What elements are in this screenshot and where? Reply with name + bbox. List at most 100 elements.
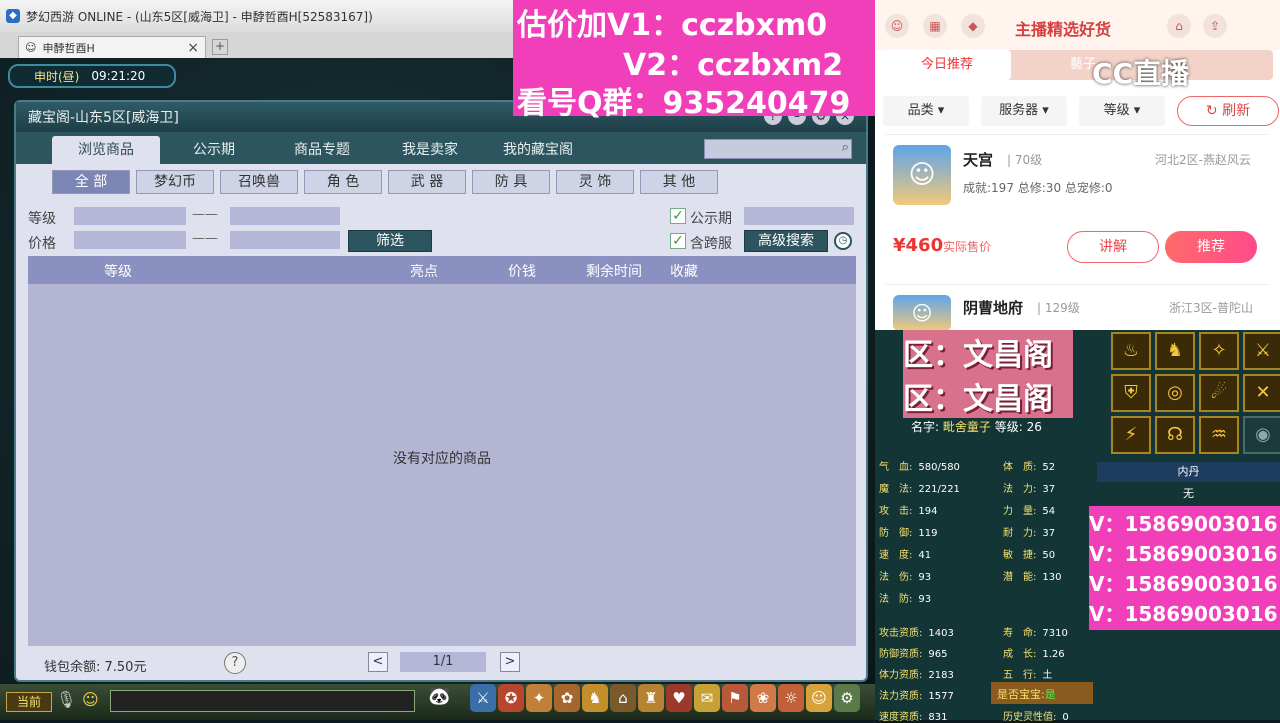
skill-slot-icon[interactable]: ☊	[1155, 416, 1195, 454]
profile-icon[interactable]: ☺	[885, 14, 909, 38]
microphone-icon[interactable]: 🎙	[56, 690, 76, 712]
category-all[interactable]: 全 部	[52, 170, 130, 194]
guild-icon[interactable]: ♜	[638, 684, 664, 712]
stat-value: 0	[1062, 712, 1069, 723]
skill-slot-icon[interactable]: ♞	[1155, 332, 1195, 370]
stat-value: 50	[1042, 550, 1056, 561]
level-max-input[interactable]	[230, 207, 340, 225]
tab-public[interactable]: 公示期	[160, 136, 268, 164]
emoji-icon[interactable]: ☺	[82, 690, 104, 712]
search-icon[interactable]: ⌕	[842, 140, 849, 155]
filter-button[interactable]: 筛选	[348, 230, 432, 252]
help-button[interactable]: ?	[224, 652, 246, 674]
pet-icon[interactable]: 🐼	[428, 686, 456, 714]
level-min-input[interactable]	[74, 207, 186, 225]
category-accessory[interactable]: 灵 饰	[556, 170, 634, 194]
filter-server[interactable]: 服务器 ▾	[981, 96, 1067, 126]
item-name: 天宫	[963, 151, 994, 169]
reward-icon[interactable]: ☺	[806, 684, 832, 712]
clock-icon[interactable]: ◷	[834, 232, 852, 250]
zone-overlay: 区：文昌阁 区：文昌阁	[903, 330, 1073, 418]
advanced-search-button[interactable]: 高级搜索	[744, 230, 828, 252]
price-max-input[interactable]	[230, 231, 340, 249]
skill-icon[interactable]: ✦	[526, 684, 552, 712]
category-other[interactable]: 其 他	[640, 170, 718, 194]
system-icon[interactable]: ⚙	[834, 684, 860, 712]
tab-my-cangbaoge[interactable]: 我的藏宝阁	[484, 136, 592, 164]
skill-slot-icon[interactable]: ◎	[1155, 374, 1195, 412]
map-icon[interactable]: ⌂	[610, 684, 636, 712]
shop-title: 主播精选好货	[1015, 20, 1112, 39]
shop-icon[interactable]: ⚑	[722, 684, 748, 712]
tab-today[interactable]: 今日推荐	[883, 50, 1011, 80]
category-pet[interactable]: 召唤兽	[220, 170, 298, 194]
overlay-line1: 估价加V1：cczbxm0	[517, 8, 828, 43]
search-input[interactable]: ⌕	[704, 139, 852, 159]
shop-filters: 品类 ▾ 服务器 ▾ 等级 ▾	[883, 96, 1165, 126]
empty-skill-slot-icon[interactable]: ◉	[1243, 416, 1280, 454]
category-character[interactable]: 角 色	[304, 170, 382, 194]
tab-seller[interactable]: 我是卖家	[376, 136, 484, 164]
grid-icon[interactable]: ▦	[923, 14, 947, 38]
price-min-input[interactable]	[74, 231, 186, 249]
aptitude-speed: 速度资质: 831	[879, 708, 947, 723]
share-icon[interactable]: ⇪	[1203, 14, 1227, 38]
tab-topics[interactable]: 商品专题	[268, 136, 376, 164]
stat-label: 速 度:	[879, 550, 913, 561]
pet-stats-panel: 区：文昌阁 区：文昌阁 名字: 毗舍童子 等级: 26 气 血: 580/580 …	[875, 330, 1280, 723]
category-currency[interactable]: 梦幻币	[136, 170, 214, 194]
sword-icon[interactable]: ⚔	[470, 684, 496, 712]
chat-input[interactable]	[110, 690, 415, 712]
rank-icon[interactable]: ☼	[778, 684, 804, 712]
activity-icon[interactable]: ❀	[750, 684, 776, 712]
category-weapon[interactable]: 武 器	[388, 170, 466, 194]
friend-icon[interactable]: ♥	[666, 684, 692, 712]
new-tab-button[interactable]: +	[212, 39, 228, 55]
col-remaining-time[interactable]: 剩余时间	[586, 261, 642, 281]
next-page-button[interactable]: >	[500, 652, 520, 672]
category-armor[interactable]: 防 具	[472, 170, 550, 194]
skill-slot-icon[interactable]: ⚡	[1111, 416, 1151, 454]
stat-value: 119	[918, 528, 938, 539]
filter-level[interactable]: 等级 ▾	[1079, 96, 1165, 126]
tab-close-icon[interactable]: ×	[187, 40, 199, 56]
refresh-button[interactable]: ↻ 刷新	[1177, 96, 1279, 126]
skill-slot-icon[interactable]: ♨	[1111, 332, 1151, 370]
skill-slot-icon[interactable]: ⚔	[1243, 332, 1280, 370]
streamer-shop-panel: ☺ ▦ ◆ 主播精选好货 ⌂ ⇪ 今日推荐 藝子 品类 ▾ 服务器 ▾ 等级 ▾…	[875, 0, 1280, 331]
col-highlights[interactable]: 亮点	[410, 261, 438, 281]
bag-icon[interactable]: ✪	[498, 684, 524, 712]
refresh-label: 刷新	[1222, 103, 1251, 119]
recommend-button[interactable]: 推荐	[1165, 231, 1257, 263]
home-icon[interactable]: ⌂	[1167, 14, 1191, 38]
stat-growth: 成 长: 1.26	[1003, 645, 1065, 660]
filter-category[interactable]: 品类 ▾	[883, 96, 969, 126]
skill-slot-icon[interactable]: ⛨	[1111, 374, 1151, 412]
dialog-footer: 钱包余额: 7.50元 ? < 1/1 >	[28, 650, 856, 678]
skill-slot-icon[interactable]: ✧	[1199, 332, 1239, 370]
gift-icon[interactable]: ✿	[554, 684, 580, 712]
team-icon[interactable]: ♞	[582, 684, 608, 712]
stat-agility: 敏 捷: 50	[1003, 546, 1055, 561]
col-price[interactable]: 价钱	[508, 261, 536, 281]
shop-item[interactable]: ☺ 天宫 | 70级 河北2区-燕赵风云 成就:197 总修:30 总宠修:0 …	[885, 134, 1269, 280]
tab-browse[interactable]: 浏览商品	[52, 136, 160, 164]
skill-slot-icon[interactable]: ♒	[1199, 416, 1239, 454]
category-row: 全 部 梦幻币 召唤兽 角 色 武 器 防 具 灵 饰 其 他	[52, 170, 718, 194]
stat-potential: 潜 能: 130	[1003, 568, 1061, 583]
col-level[interactable]: 等级	[104, 261, 132, 281]
skill-slot-icon[interactable]: ✕	[1243, 374, 1280, 412]
task-icon[interactable]: ✉	[694, 684, 720, 712]
public-checkbox[interactable]: ✓	[670, 208, 686, 224]
prev-page-button[interactable]: <	[368, 652, 388, 672]
clock-time: 09:21:20	[91, 69, 146, 83]
diamond-icon[interactable]: ◆	[961, 14, 985, 38]
cross-server-checkbox[interactable]: ✓	[670, 233, 686, 249]
channel-current-button[interactable]: 当前	[6, 692, 52, 712]
public-select[interactable]	[744, 207, 854, 225]
game-tab[interactable]: ☺ 申馞哲酉H ×	[18, 36, 206, 58]
skill-slot-icon[interactable]: ☄	[1199, 374, 1239, 412]
explain-button[interactable]: 讲解	[1067, 231, 1159, 263]
shop-item[interactable]: ☺ 阴曹地府 | 129级 浙江3区-普陀山	[885, 284, 1269, 331]
col-favorite[interactable]: 收藏	[670, 261, 698, 281]
